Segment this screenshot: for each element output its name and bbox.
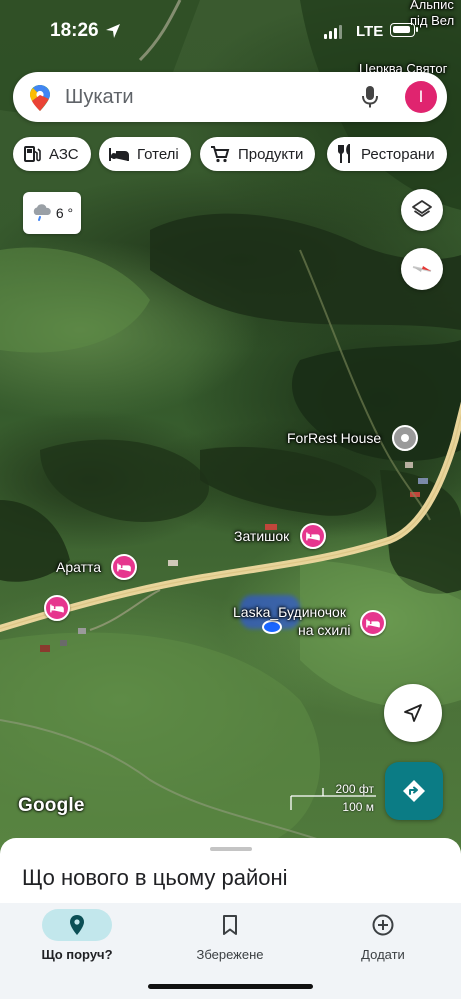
layers-icon bbox=[412, 200, 432, 217]
sheet-drag-handle[interactable] bbox=[210, 847, 252, 851]
nav-contribute[interactable]: Додати bbox=[306, 903, 460, 973]
cloud-rain-icon bbox=[33, 204, 51, 221]
compass-button[interactable] bbox=[401, 248, 443, 290]
nav-contribute-pill bbox=[348, 909, 418, 941]
cutlery-icon bbox=[338, 144, 350, 163]
chip-hotels[interactable]: Готелі bbox=[99, 137, 191, 171]
map-label-laska[interactable]: Laska_Будиночок bbox=[233, 604, 346, 620]
scale-feet: 200 фт bbox=[335, 782, 374, 796]
my-location-button[interactable] bbox=[384, 684, 442, 742]
nav-saved[interactable]: Збережене bbox=[153, 903, 307, 973]
nav-saved-label: Збережене bbox=[196, 947, 264, 962]
map-label-laska-2[interactable]: на схилі bbox=[298, 622, 351, 638]
network-type: LTE bbox=[356, 23, 384, 40]
bookmark-icon bbox=[223, 915, 237, 935]
hotel-pin-icon[interactable] bbox=[360, 610, 386, 636]
map-label-zatyshok[interactable]: Затишок bbox=[234, 528, 289, 544]
weather-temp: 6 ° bbox=[55, 205, 74, 221]
account-avatar[interactable]: І bbox=[405, 81, 437, 113]
directions-button[interactable] bbox=[385, 762, 443, 820]
status-time: 18:26 bbox=[50, 20, 99, 41]
compass-icon bbox=[412, 266, 432, 272]
place-pin-icon[interactable] bbox=[392, 425, 418, 451]
bed-icon bbox=[306, 532, 320, 541]
chip-label: Продукти bbox=[238, 145, 304, 163]
weather-badge[interactable]: 6 ° bbox=[23, 192, 81, 234]
my-location-dot[interactable] bbox=[262, 620, 282, 634]
google-maps-logo-icon bbox=[30, 85, 50, 111]
home-indicator bbox=[148, 984, 313, 989]
nav-explore[interactable]: Що поруч? bbox=[0, 903, 154, 973]
add-circle-icon bbox=[372, 914, 394, 936]
battery-icon bbox=[390, 23, 418, 37]
cart-icon bbox=[211, 146, 230, 163]
map-label-forrest-house[interactable]: ForRest House bbox=[287, 430, 381, 446]
hotel-pin-icon[interactable] bbox=[44, 595, 70, 621]
chip-label: АЗС bbox=[49, 145, 79, 163]
chip-label: Ресторани bbox=[361, 145, 435, 163]
google-attribution: Google bbox=[18, 795, 85, 816]
bed-icon bbox=[109, 148, 129, 161]
gas-station-icon bbox=[24, 146, 41, 162]
sheet-title: Що нового в цьому районі bbox=[22, 865, 288, 890]
search-placeholder[interactable]: Шукати bbox=[65, 86, 134, 109]
bed-icon bbox=[117, 563, 131, 572]
scale-meters: 100 м bbox=[342, 800, 374, 814]
hotel-pin-icon[interactable] bbox=[111, 554, 137, 580]
layers-button[interactable] bbox=[401, 189, 443, 231]
explore-pin-icon bbox=[70, 915, 84, 935]
mic-icon[interactable] bbox=[361, 85, 379, 109]
nav-saved-pill bbox=[195, 909, 265, 941]
hotel-pin-icon[interactable] bbox=[300, 523, 326, 549]
map-label-aratta[interactable]: Аратта bbox=[56, 559, 101, 575]
nav-explore-label: Що поруч? bbox=[41, 947, 113, 962]
bed-icon bbox=[50, 604, 64, 613]
chip-groceries[interactable]: Продукти bbox=[200, 137, 316, 171]
location-arrow-icon bbox=[106, 24, 120, 38]
map-scale: 200 фт 100 м bbox=[290, 782, 378, 814]
chip-restaurants[interactable]: Ресторани bbox=[327, 137, 447, 171]
bed-icon bbox=[366, 619, 380, 628]
directions-icon bbox=[403, 780, 425, 802]
nav-explore-pill bbox=[42, 909, 112, 941]
search-bar[interactable]: Шукати І bbox=[13, 72, 447, 122]
chip-label: Готелі bbox=[137, 145, 179, 163]
chip-gas-stations[interactable]: АЗС bbox=[13, 137, 91, 171]
navigation-arrow-icon bbox=[404, 704, 422, 722]
map-label-alpys[interactable]: Альпис bbox=[410, 0, 454, 12]
nav-contribute-label: Додати bbox=[361, 947, 405, 962]
cellular-signal-icon bbox=[324, 25, 342, 39]
